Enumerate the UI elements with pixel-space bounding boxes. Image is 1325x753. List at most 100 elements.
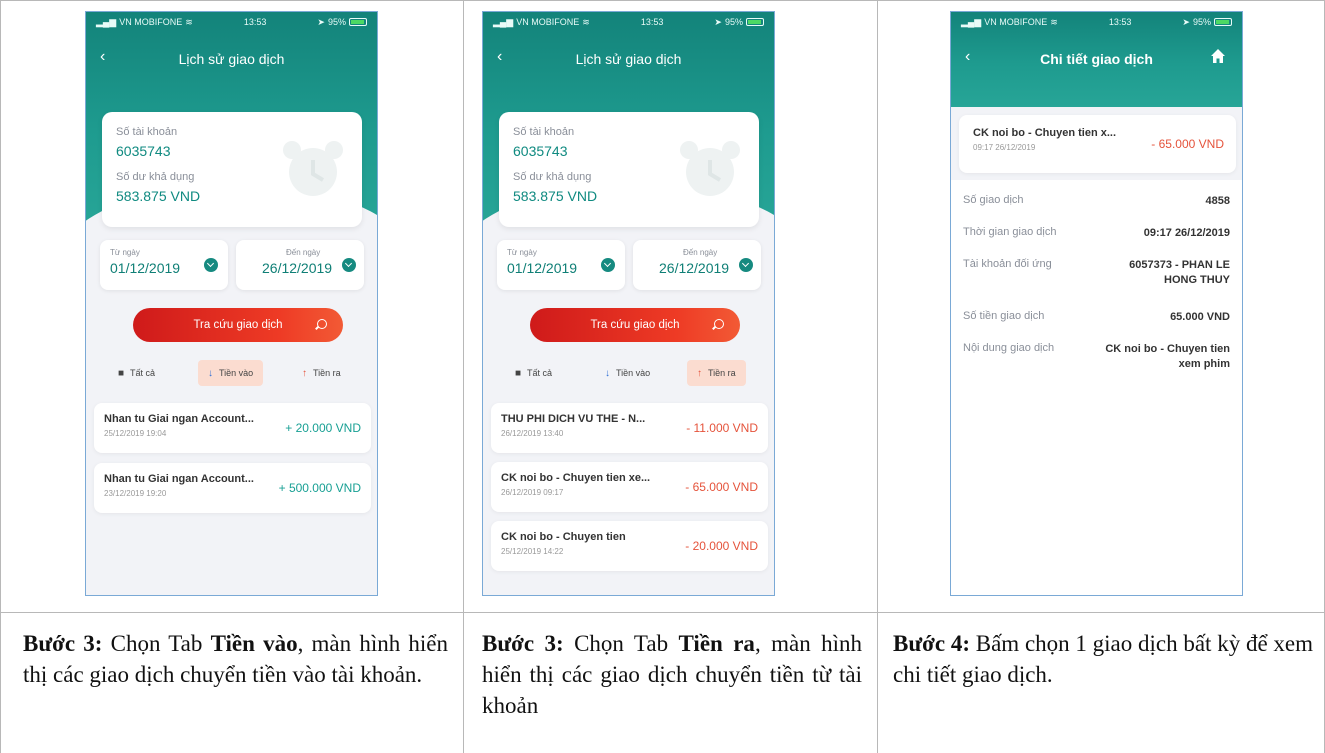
detail-row: Số giao dịch 4858 [963, 194, 1230, 208]
chevron-down-icon[interactable] [739, 258, 753, 272]
page-title: Lịch sử giao dịch [178, 51, 285, 67]
transaction-item[interactable]: THU PHI DICH VU THE - N... 26/12/2019 13… [491, 403, 768, 453]
back-icon[interactable]: ‹ [497, 48, 502, 66]
caption-step: Bước 4: [893, 631, 970, 656]
caption-step-3-incoming: Bước 3: Chọn Tab Tiền vào, màn hình hiển… [23, 628, 448, 690]
transaction-name: THU PHI DICH VU THE - N... [501, 413, 646, 425]
battery-icon [745, 18, 764, 26]
to-date-picker[interactable]: Đến ngày 26/12/2019 [236, 240, 364, 290]
page-title: Lịch sử giao dịch [575, 51, 682, 67]
phone-screen-incoming: ▂▄▆ VN MOBIFONE ≋ 13:53 ➤ 95% ‹ Lịch sử gia… [85, 11, 378, 596]
detail-value: 65.000 VND [1170, 311, 1230, 323]
detail-label: Thời gian giao dịch [963, 226, 1057, 238]
detail-value: 6057373 - PHAN LE HONG THUY [1129, 259, 1230, 286]
to-date-value: 26/12/2019 [659, 260, 730, 276]
transaction-item[interactable]: CK noi bo - Chuyen tien 25/12/2019 14:22… [491, 521, 768, 571]
signal-icon: ▂▄▆ [96, 16, 117, 27]
caption-bold: Tiền vào [210, 631, 298, 656]
phone-screen-outgoing: ▂▄▆ VN MOBIFONE ≋ 13:53 ➤ 95% ‹ Lịch sử gia… [482, 11, 775, 596]
to-date-label: Đến ngày [286, 248, 321, 257]
tab-incoming[interactable]: ↓ Tiền vào [595, 360, 660, 386]
chevron-down-icon[interactable] [342, 258, 356, 272]
transaction-amount: + 20.000 VND [285, 421, 361, 435]
detail-label: Số tiền giao dịch [963, 310, 1045, 322]
search-icon [317, 319, 327, 329]
from-date-label: Từ ngày [507, 248, 537, 257]
alarm-clock-icon [680, 141, 740, 196]
battery-icon [1213, 18, 1232, 26]
transaction-item[interactable]: CK noi bo - Chuyen tien xe... 26/12/2019… [491, 462, 768, 512]
tab-incoming-label: Tiền vào [219, 368, 254, 378]
carrier-label: VN MOBIFONE [516, 17, 580, 27]
transaction-name: Nhan tu Giai ngan Account... [104, 473, 254, 485]
status-bar: ▂▄▆ VN MOBIFONE ≋ 13:53 ➤ 95% [86, 12, 377, 32]
tab-outgoing[interactable]: ↑ Tiền ra [687, 360, 746, 386]
battery-percent: 95% [1192, 17, 1211, 27]
to-date-value: 26/12/2019 [262, 260, 333, 276]
tab-outgoing-label: Tiền ra [708, 368, 736, 378]
search-transactions-button[interactable]: Tra cứu giao dịch [530, 308, 740, 342]
battery-percent: 95% [724, 17, 743, 27]
phone-screen-detail: ▂▄▆ VN MOBIFONE ≋ 13:53 ➤ 95% ‹ Chi tiết gi… [950, 11, 1243, 596]
location-icon: ➤ [714, 16, 722, 27]
transaction-item[interactable]: Nhan tu Giai ngan Account... 23/12/2019 … [94, 463, 371, 513]
detail-list: Số giao dịch 4858 Thời gian giao dịch 09… [951, 180, 1242, 595]
to-date-picker[interactable]: Đến ngày 26/12/2019 [633, 240, 761, 290]
transaction-name: CK noi bo - Chuyen tien [501, 531, 626, 543]
list-icon: ■ [118, 367, 125, 379]
chevron-down-icon[interactable] [601, 258, 615, 272]
from-date-picker[interactable]: Từ ngày 01/12/2019 [497, 240, 625, 290]
caption-bold: Tiền ra [678, 631, 755, 656]
detail-row: Số tiền giao dịch 65.000 VND [963, 310, 1230, 324]
signal-icon: ▂▄▆ [493, 16, 514, 27]
table-border-top [0, 0, 1325, 1]
tab-outgoing-label: Tiền ra [313, 368, 341, 378]
caption-text: Chọn Tab [102, 631, 211, 656]
transaction-amount: - 65.000 VND [685, 480, 758, 494]
tab-outgoing[interactable]: ↑ Tiền ra [292, 360, 351, 386]
battery-icon [348, 18, 367, 26]
page-title: Chi tiết giao dịch [1040, 51, 1153, 67]
search-button-label: Tra cứu giao dịch [193, 319, 283, 331]
from-date-value: 01/12/2019 [110, 260, 181, 276]
from-date-picker[interactable]: Từ ngày 01/12/2019 [100, 240, 228, 290]
tab-all[interactable]: ■ Tất cả [505, 360, 562, 386]
chevron-down-icon[interactable] [204, 258, 218, 272]
back-icon[interactable]: ‹ [965, 48, 970, 66]
arrow-down-icon: ↓ [605, 367, 610, 379]
detail-value: CK noi bo - Chuyen tien xem phim [1105, 343, 1230, 370]
to-date-label: Đến ngày [683, 248, 718, 257]
status-time: 13:53 [640, 17, 664, 27]
detail-label: Số giao dịch [963, 194, 1024, 206]
account-card: Số tài khoản 6035743 Số dư khả dụng 583.… [102, 112, 362, 227]
status-bar: ▂▄▆ VN MOBIFONE ≋ 13:53 ➤ 95% [483, 12, 774, 32]
nav-bar: ‹ Lịch sử giao dịch [483, 34, 774, 84]
list-icon: ■ [515, 367, 522, 379]
detail-label: Tài khoản đối ứng [963, 258, 1052, 270]
transaction-tabs: ■ Tất cả ↓ Tiền vào ↑ Tiền ra [483, 360, 774, 386]
signal-icon: ▂▄▆ [961, 16, 982, 27]
status-bar: ▂▄▆ VN MOBIFONE ≋ 13:53 ➤ 95% [951, 12, 1242, 32]
caption-step-3-outgoing: Bước 3: Chọn Tab Tiền ra, màn hình hiển … [482, 628, 862, 721]
home-icon[interactable] [1210, 48, 1226, 64]
carrier-label: VN MOBIFONE [119, 17, 183, 27]
summary-amount: - 65.000 VND [1151, 137, 1224, 151]
tab-incoming[interactable]: ↓ Tiền vào [198, 360, 264, 386]
status-time: 13:53 [1108, 17, 1132, 27]
wifi-icon: ≋ [582, 16, 590, 27]
transaction-amount: - 11.000 VND [686, 421, 758, 435]
caption-step: Bước 3: [23, 631, 103, 656]
transaction-item[interactable]: Nhan tu Giai ngan Account... 25/12/2019 … [94, 403, 371, 453]
alarm-clock-icon [283, 141, 343, 196]
location-icon: ➤ [317, 16, 325, 27]
battery-percent: 95% [327, 17, 346, 27]
from-date-label: Từ ngày [110, 248, 140, 257]
tab-all[interactable]: ■ Tất cả [108, 360, 165, 386]
table-border-left [0, 0, 1, 753]
table-divider-2 [877, 0, 878, 753]
search-transactions-button[interactable]: Tra cứu giao dịch [133, 308, 343, 342]
detail-value: 09:17 26/12/2019 [1143, 227, 1230, 239]
caption-step-4-detail: Bước 4: Bấm chọn 1 giao dịch bất kỳ để x… [893, 628, 1313, 690]
back-icon[interactable]: ‹ [100, 48, 105, 66]
detail-row: Nội dung giao dịch CK noi bo - Chuyen ti… [963, 342, 1230, 376]
